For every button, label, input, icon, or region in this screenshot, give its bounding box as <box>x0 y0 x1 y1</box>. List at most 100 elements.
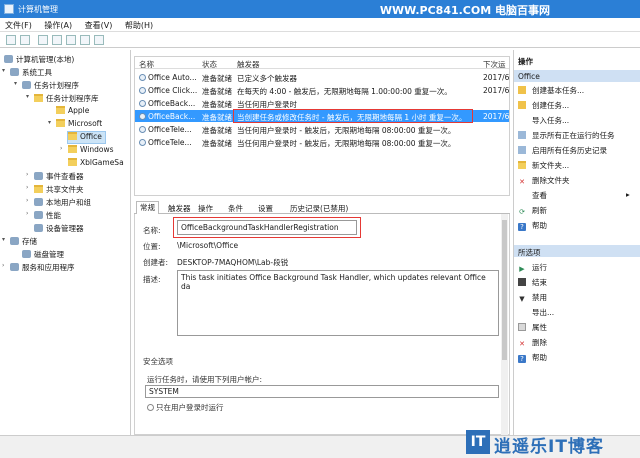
tab-history[interactable]: 历史记录(已禁用) <box>290 203 348 214</box>
export-icon <box>518 308 526 316</box>
chevron-right-icon[interactable]: › <box>60 145 66 152</box>
tab-triggers[interactable]: 触发器 <box>168 203 191 214</box>
create-task-button[interactable]: 创建任务... <box>518 100 569 111</box>
chevron-down-icon[interactable]: ▾ <box>2 236 8 243</box>
run-only-logged-on-option[interactable]: 只在用户登录时运行 <box>147 402 224 413</box>
history-icon <box>518 146 526 154</box>
title-bar: 计算机管理 WWW.PC841.COM 电脑百事网 <box>0 0 640 18</box>
column-name[interactable]: 名称 <box>139 59 154 70</box>
chevron-down-icon[interactable]: ▾ <box>2 67 8 74</box>
chevron-right-icon[interactable]: › <box>26 210 32 217</box>
tab-settings[interactable]: 设置 <box>258 203 273 214</box>
tab-conditions[interactable]: 条件 <box>228 203 243 214</box>
task-icon <box>139 126 146 133</box>
chevron-right-icon[interactable]: › <box>2 262 8 269</box>
disable-button[interactable]: ▼ 禁用 <box>518 292 547 303</box>
new-folder-button[interactable]: 新文件夹... <box>518 160 569 171</box>
name-label: 名称: <box>143 226 161 235</box>
export-button[interactable]: 导出... <box>518 307 554 318</box>
table-row[interactable]: OfficeBack... 准备就绪 当任何用户登录时 <box>135 97 509 109</box>
import-task-button[interactable]: 导入任务... <box>518 115 569 126</box>
create-basic-task-button[interactable]: 创建基本任务... <box>518 85 584 96</box>
column-next-run[interactable]: 下次运 <box>483 59 506 70</box>
menu-action[interactable]: 操作(A) <box>39 18 77 33</box>
run-as-user-field[interactable]: SYSTEM <box>145 385 499 398</box>
delete-folder-button[interactable]: ✕ 删除文件夹 <box>518 175 569 186</box>
properties-icon[interactable] <box>66 35 76 45</box>
menu-file[interactable]: 文件(F) <box>0 18 37 33</box>
refresh-button[interactable]: ⟳ 刷新 <box>518 205 547 216</box>
tree-item-office[interactable]: Office <box>67 131 106 144</box>
help-icon[interactable] <box>80 35 90 45</box>
column-trigger[interactable]: 触发器 <box>237 59 260 70</box>
tree-item-xblgamesave[interactable]: XblGameSa <box>68 158 124 169</box>
folder-icon <box>56 106 65 114</box>
site-logo: IT 逍遥乐IT博客 <box>466 428 636 457</box>
folder-icon <box>56 119 65 127</box>
actions-section-selected[interactable]: 所选项 <box>514 245 640 257</box>
task-icon <box>139 139 146 146</box>
column-status[interactable]: 状态 <box>202 59 217 70</box>
chevron-right-icon[interactable]: › <box>26 184 32 191</box>
tree-item-apple[interactable]: Apple <box>56 106 89 117</box>
tree-item-system-tools[interactable]: ▾ 系统工具 <box>2 67 52 78</box>
tree-item-shared-folders[interactable]: › 共享文件夹 <box>26 184 84 195</box>
table-row[interactable]: OfficeTele... 准备就绪 当任何用户登录时 - 触发后，无限期地每隔… <box>135 123 509 135</box>
table-row[interactable]: Office Auto... 准备就绪 已定义多个触发器 2017/6 <box>135 71 509 83</box>
tree-item-microsoft[interactable]: ▾ Microsoft <box>48 119 102 130</box>
properties-button[interactable]: 属性 <box>518 322 547 333</box>
chevron-right-icon[interactable]: › <box>26 197 32 204</box>
run-button[interactable]: ▶ 运行 <box>518 262 547 273</box>
tree-item-storage[interactable]: ▾ 存储 <box>2 236 37 247</box>
tree-item-local-users[interactable]: › 本地用户和组 <box>26 197 91 208</box>
show-running-tasks-button[interactable]: 显示所有正在运行的任务 <box>518 130 615 141</box>
end-icon <box>518 278 526 286</box>
chevron-right-icon[interactable]: › <box>26 171 32 178</box>
table-row[interactable]: OfficeTele... 准备就绪 当任何用户登录时 - 触发后，无限期地每隔… <box>135 136 509 148</box>
menu-view[interactable]: 查看(V) <box>80 18 118 33</box>
tree-item-performance[interactable]: › 性能 <box>26 210 61 221</box>
show-hide-tree-icon[interactable] <box>52 35 62 45</box>
view-menu-button[interactable]: 查看 ▸ <box>518 190 630 201</box>
tree-item-disk-management[interactable]: 磁盘管理 <box>22 249 64 260</box>
share-icon <box>34 185 43 193</box>
tab-general[interactable]: 常规 <box>136 201 159 214</box>
help-button-selected[interactable]: ? 帮助 <box>518 352 547 363</box>
create-basic-task-icon <box>518 86 526 94</box>
actions-section-office[interactable]: Office <box>514 70 640 82</box>
menu-help[interactable]: 帮助(H) <box>120 18 158 33</box>
scrollbar-thumb[interactable] <box>502 220 507 360</box>
end-button[interactable]: 结束 <box>518 277 547 288</box>
up-folder-icon[interactable] <box>38 35 48 45</box>
back-icon[interactable] <box>6 35 16 45</box>
tree-item-services-apps[interactable]: › 服务和应用程序 <box>2 262 75 273</box>
chevron-down-icon[interactable]: ▾ <box>26 93 32 100</box>
tree-item-task-scheduler[interactable]: ▾ 任务计划程序 <box>14 80 79 91</box>
tree-item-windows[interactable]: › Windows <box>60 145 113 156</box>
chevron-down-icon[interactable]: ▾ <box>48 119 54 126</box>
tab-actions[interactable]: 操作 <box>198 203 213 214</box>
table-row[interactable]: Office Click... 准备就绪 在每天的 4:00 - 触发后，无限期… <box>135 84 509 96</box>
tree-item-computer-management[interactable]: 计算机管理(本地) <box>4 54 74 65</box>
logo-text: 逍遥乐IT博客 <box>494 437 604 457</box>
console-icon[interactable] <box>94 35 104 45</box>
task-icon <box>139 113 146 120</box>
location-value: \Microsoft\Office <box>177 241 239 250</box>
forward-icon[interactable] <box>20 35 30 45</box>
help-button[interactable]: ? 帮助 <box>518 220 547 231</box>
description-field[interactable]: This task initiates Office Background Ta… <box>177 270 499 336</box>
actions-header: 操作 <box>514 54 640 66</box>
chevron-down-icon[interactable]: ▾ <box>14 80 20 87</box>
actions-pane: 操作 Office 创建基本任务... 创建任务... 导入任务... 显示所有… <box>513 50 640 435</box>
tree-item-device-manager[interactable]: 设备管理器 <box>34 223 84 234</box>
delete-icon: ✕ <box>519 340 525 348</box>
toolbar <box>0 32 640 48</box>
detail-scrollbar[interactable] <box>501 214 508 435</box>
delete-button[interactable]: ✕ 删除 <box>518 337 547 348</box>
window-title: 计算机管理 <box>18 5 58 14</box>
location-label: 位置: <box>143 242 161 251</box>
radio-icon[interactable] <box>147 404 154 411</box>
tree-item-task-library[interactable]: ▾ 任务计划程序库 <box>26 93 99 104</box>
tree-item-event-viewer[interactable]: › 事件查看器 <box>26 171 84 182</box>
enable-history-button[interactable]: 启用所有任务历史记录 <box>518 145 607 156</box>
